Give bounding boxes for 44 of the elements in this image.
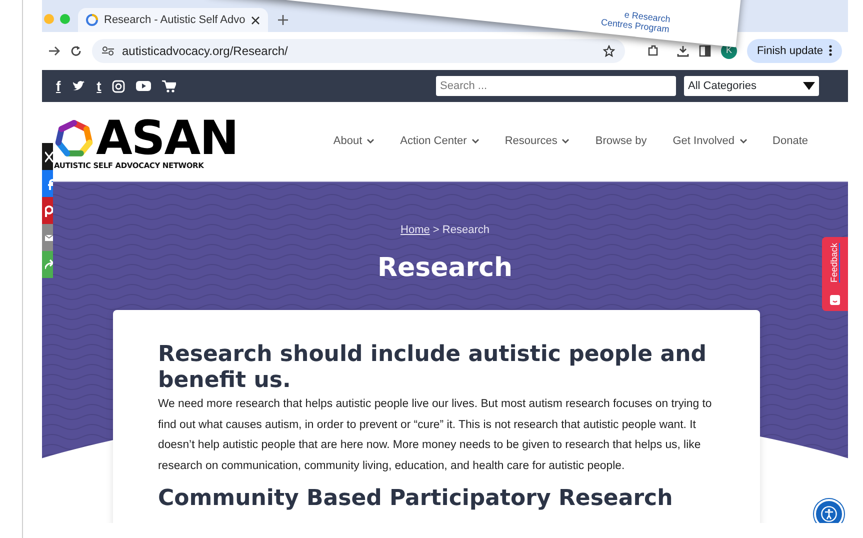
article-paragraph: We need more research that helps autistic people live our lives. But most autism research focuses on trying to find out what causes autism, in order to prevent or “cure” it. This is not research that autistic people want. It doesn’t help autistic people that are here now. More money needs to be given to research that helps us, like research on communication, community living, education, and health care for autistic people. — [158, 397, 713, 474]
ring-logo-icon — [54, 118, 94, 159]
nav-link[interactable]: About — [333, 133, 374, 150]
breadcrumb-link[interactable]: Home — [400, 224, 430, 236]
plus-icon[interactable] — [278, 15, 288, 25]
settings-icon[interactable] — [102, 46, 114, 56]
camera-icon[interactable] — [112, 80, 126, 92]
address-bar[interactable]: autisticadvocacy.org/Research/ — [92, 39, 625, 63]
kebab-menu-icon[interactable] — [829, 45, 832, 56]
share-button[interactable] — [42, 143, 53, 170]
extension-icon[interactable] — [646, 45, 659, 57]
tab-title: Research - Autistic Self Advo — [104, 12, 246, 28]
nav-link[interactable]: Donate — [772, 133, 808, 150]
logo-wordmark[interactable]: ASAN — [96, 118, 238, 160]
page-title: Research — [377, 252, 513, 284]
nav-link[interactable]: Browse by — [595, 133, 647, 150]
caret-icon — [803, 82, 815, 90]
breadcrumb-text: > Research — [432, 224, 490, 236]
feedback-tab[interactable]: Feedback — [822, 237, 848, 311]
cart-icon[interactable] — [162, 80, 176, 92]
bird-icon[interactable] — [72, 80, 86, 92]
star-icon[interactable] — [602, 45, 615, 57]
close-icon[interactable] — [251, 16, 260, 24]
social-link[interactable]: t — [96, 79, 102, 93]
browser-tab[interactable]: Research - Autistic Self Advo — [78, 8, 268, 32]
forward-icon[interactable] — [48, 45, 60, 57]
social-link[interactable]: f — [56, 79, 61, 93]
nav-link[interactable]: Action Center — [400, 133, 479, 150]
url-text: autisticadvocacy.org/Research/ — [122, 43, 289, 60]
side-panel-icon[interactable] — [698, 45, 711, 57]
download-icon[interactable] — [676, 45, 689, 57]
accessibility-button[interactable] — [814, 499, 844, 523]
category-select[interactable]: All Categories — [684, 76, 819, 96]
play-icon[interactable] — [136, 80, 152, 92]
search-field[interactable]: Search ... — [436, 76, 676, 96]
reload-icon[interactable] — [70, 45, 82, 57]
chat-face-icon — [830, 295, 840, 305]
globe-icon — [86, 14, 98, 26]
article-subheading: Community Based Participatory Research — [158, 486, 674, 513]
nav-link[interactable]: Get Involved — [672, 133, 747, 150]
accessibility-icon — [821, 506, 837, 522]
update-button[interactable]: Finish update — [746, 38, 842, 64]
article-heading: Research should include autistic people and benefit us. — [158, 342, 708, 394]
nav-link[interactable]: Resources — [504, 133, 570, 150]
